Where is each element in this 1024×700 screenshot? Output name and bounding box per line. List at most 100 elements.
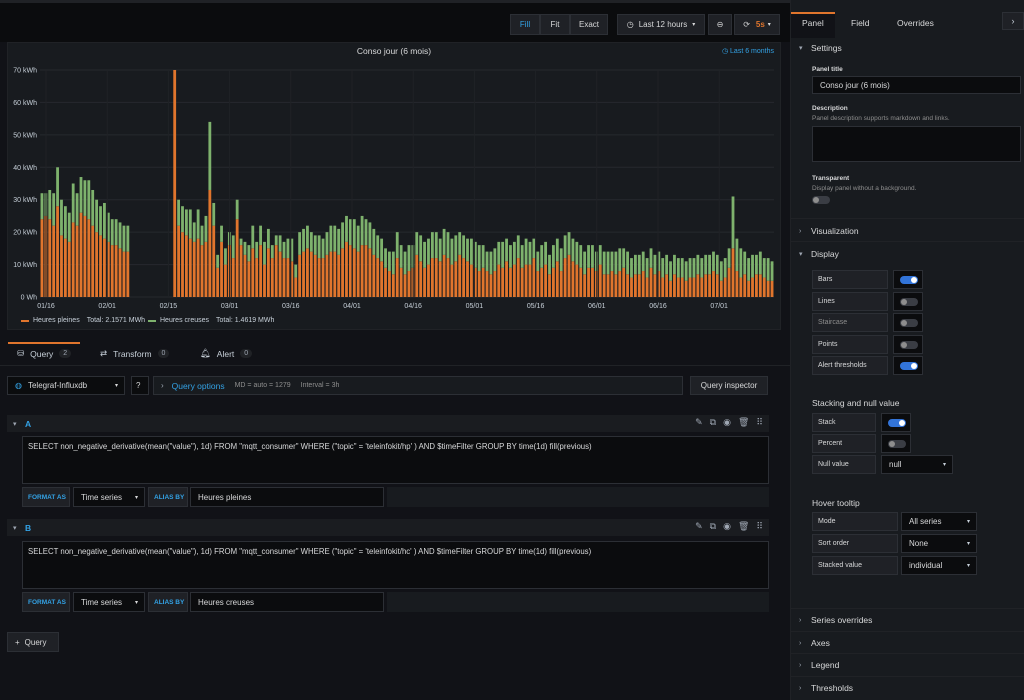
alert-thresholds-switch[interactable] — [893, 356, 923, 375]
chevron-down-icon: ▾ — [966, 541, 970, 547]
collapse-pane-button[interactable]: › — [1002, 12, 1024, 30]
datasource-picker[interactable]: ◍ Telegraf-Influxdb ▾ — [7, 376, 125, 395]
bar-heures-creuses — [341, 222, 344, 249]
bar-heures-creuses — [587, 245, 590, 268]
eye-icon[interactable]: ◉ — [723, 417, 731, 428]
tab-overrides[interactable]: Overrides — [897, 18, 934, 28]
bar-heures-creuses — [493, 248, 497, 272]
bar-heures-creuses — [282, 241, 286, 259]
bar-heures-creuses — [255, 241, 259, 259]
section-legend[interactable]: › Legend — [799, 660, 839, 670]
max-datapoints: MD = auto = 1279 — [234, 382, 291, 389]
stack-switch[interactable] — [881, 413, 911, 432]
bar-heures-pleines — [715, 274, 719, 297]
bar-heures-creuses — [224, 248, 227, 265]
bar-heures-creuses — [384, 248, 387, 268]
divider — [791, 631, 1024, 632]
select-value: None — [909, 539, 929, 548]
tab-query[interactable]: ⛁ Query 2 — [17, 348, 72, 359]
panel-title[interactable]: Conso jour (6 mois) — [8, 46, 780, 56]
trash-icon[interactable]: 🗑︎ — [738, 417, 749, 428]
edit-icon[interactable]: ✎ — [695, 417, 703, 428]
bar-heures-creuses — [356, 225, 360, 252]
chevron-down-icon: ▾ — [114, 383, 118, 389]
legend-item-hp[interactable]: Heures pleines Total: 2.1571 MWh — [21, 317, 145, 324]
section-axes[interactable]: › Axes — [799, 638, 830, 648]
bar-heures-creuses — [516, 235, 520, 259]
query-editor-b[interactable]: SELECT non_negative_derivative(mean("val… — [22, 541, 769, 589]
bar-heures-creuses — [700, 258, 704, 278]
section-thresholds[interactable]: › Thresholds — [799, 683, 853, 693]
section-series-overrides[interactable]: › Series overrides — [799, 615, 872, 625]
bar-heures-creuses — [633, 254, 637, 275]
bar-heures-pleines — [278, 251, 282, 297]
add-query-button[interactable]: + Query — [7, 632, 59, 652]
format-as-select-b[interactable]: Time series ▾ — [73, 592, 145, 612]
bar-heures-creuses — [755, 254, 758, 275]
bar-heures-pleines — [493, 271, 497, 297]
alias-input-a[interactable]: Heures pleines — [190, 487, 384, 507]
bar-heures-creuses — [208, 121, 212, 190]
format-value: Time series — [81, 597, 123, 607]
time-range-picker[interactable]: ◷ Last 12 hours ▾ — [617, 14, 705, 35]
trash-icon[interactable]: 🗑︎ — [738, 521, 749, 532]
bar-heures-creuses — [270, 245, 274, 259]
bar-heures-pleines — [766, 280, 770, 297]
bar-heures-pleines — [575, 264, 579, 297]
edit-icon[interactable]: ✎ — [695, 521, 703, 532]
bar-heures-pleines — [427, 264, 430, 297]
fill-button[interactable]: Fill — [510, 14, 540, 35]
drag-handle-icon[interactable]: ⠿ — [756, 521, 763, 532]
bar-heures-creuses — [192, 222, 196, 242]
format-as-select-a[interactable]: Time series ▾ — [73, 487, 145, 507]
tab-field[interactable]: Field — [851, 18, 869, 28]
copy-icon[interactable]: ⧉ — [710, 417, 716, 428]
fit-button[interactable]: Fit — [540, 14, 570, 35]
drag-handle-icon[interactable]: ⠿ — [756, 417, 763, 428]
bar-heures-creuses — [263, 241, 266, 265]
query-row-header-a[interactable]: ▾ A ✎ ⧉ ◉ 🗑︎ ⠿ — [7, 415, 769, 432]
bar-heures-creuses — [188, 209, 192, 239]
exact-button[interactable]: Exact — [570, 14, 608, 35]
bar-heures-creuses — [446, 232, 450, 259]
description-textarea[interactable] — [812, 126, 1021, 162]
bar-heures-creuses — [321, 238, 325, 259]
help-button[interactable]: ? — [131, 376, 149, 395]
bar-heures-pleines — [360, 245, 364, 297]
eye-icon[interactable]: ◉ — [723, 521, 731, 532]
copy-icon[interactable]: ⧉ — [710, 521, 716, 532]
bar-heures-pleines — [661, 277, 665, 297]
section-visualization[interactable]: › Visualization — [799, 226, 859, 236]
x-tick-label: 05/01 — [466, 303, 484, 310]
section-settings[interactable]: ▾ Settings — [799, 43, 842, 53]
points-switch[interactable] — [893, 335, 923, 354]
transparent-toggle[interactable] — [812, 196, 830, 204]
percent-switch[interactable] — [881, 434, 911, 453]
sort-order-select[interactable]: None ▾ — [901, 534, 977, 553]
lines-switch[interactable] — [893, 292, 923, 311]
bar-heures-creuses — [739, 248, 743, 278]
query-inspector-button[interactable]: Query inspector — [690, 376, 768, 395]
bar-heures-creuses — [505, 238, 508, 262]
query-editor-a[interactable]: SELECT non_negative_derivative(mean("val… — [22, 436, 769, 484]
bar-heures-creuses — [294, 264, 298, 278]
panel-title-input[interactable]: Conso jour (6 mois) — [812, 76, 1021, 94]
query-options-bar[interactable]: › Query options MD = auto = 1279 Interva… — [153, 376, 683, 395]
stacked-value-select[interactable]: individual ▾ — [901, 556, 977, 575]
section-display[interactable]: ▾ Display — [799, 249, 839, 259]
staircase-switch[interactable] — [893, 313, 923, 332]
alias-input-b[interactable]: Heures creuses — [190, 592, 384, 612]
refresh-picker[interactable]: ⟳ 5s ▾ — [734, 14, 780, 35]
tab-panel[interactable]: Panel — [802, 18, 824, 28]
tab-alert[interactable]: 🔔︎ Alert 0 — [200, 348, 253, 359]
query-row-header-b[interactable]: ▾ B ✎ ⧉ ◉ 🗑︎ ⠿ — [7, 519, 769, 536]
null-value-select[interactable]: null ▾ — [881, 455, 953, 474]
zoom-out-button[interactable]: ⊖ — [708, 14, 732, 35]
tab-transform[interactable]: ⇄ Transform 0 — [100, 348, 170, 359]
legend-item-hc[interactable]: Heures creuses Total: 1.4619 MWh — [148, 317, 274, 324]
bar-heures-pleines — [114, 245, 118, 297]
bars-switch[interactable] — [893, 270, 923, 289]
x-tick-label: 06/01 — [588, 303, 606, 310]
mode-select[interactable]: All series ▾ — [901, 512, 977, 531]
x-tick-label: 04/01 — [343, 303, 361, 310]
